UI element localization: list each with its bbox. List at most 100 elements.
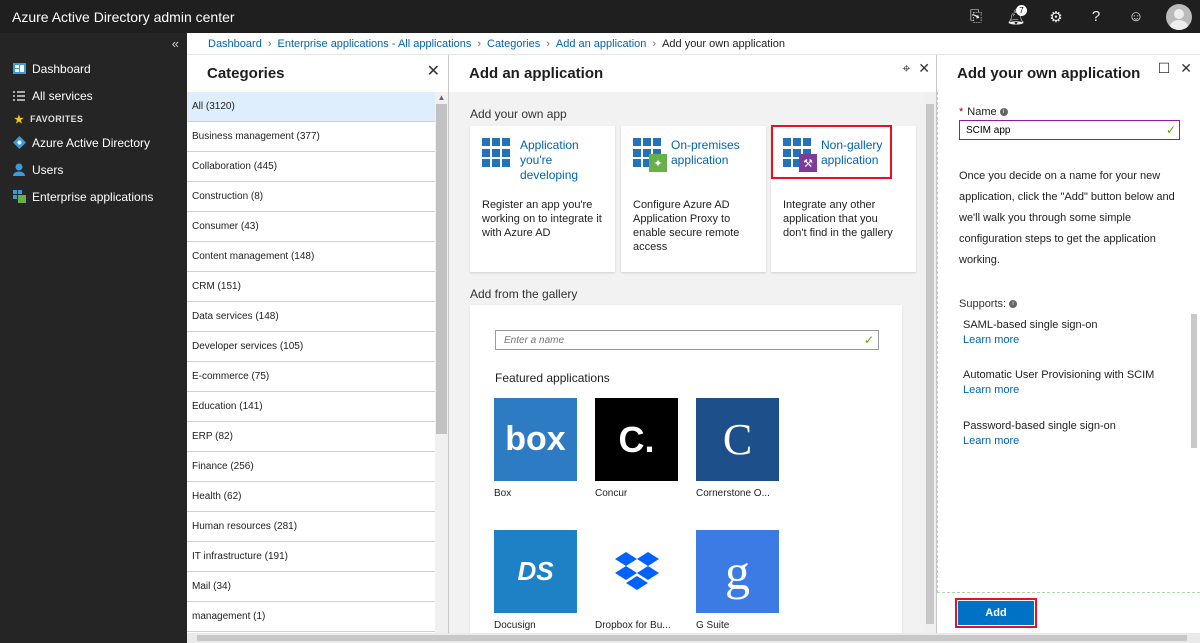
breadcrumb-add-application[interactable]: Add an application — [556, 38, 647, 50]
non-gallery-highlight — [771, 125, 892, 179]
box-logo: box — [494, 398, 577, 481]
category-item[interactable]: Developer services (105) — [187, 332, 435, 362]
card-description: Register an app you're working on to int… — [482, 199, 602, 239]
feedback-icon[interactable]: ⎘ — [956, 0, 996, 33]
breadcrumb: Dashboard › Enterprise applications - All… — [187, 33, 1200, 55]
smiley-icon[interactable]: ☺ — [1116, 0, 1156, 33]
category-item[interactable]: Mail (34) — [187, 572, 435, 602]
nav-item-azure-ad[interactable]: Azure Active Directory — [0, 129, 187, 156]
category-item[interactable]: Collaboration (445) — [187, 152, 435, 182]
gear-icon[interactable]: ⚙ — [1036, 0, 1076, 33]
add-app-scrollbar[interactable] — [924, 92, 936, 643]
category-item[interactable]: Human resources (281) — [187, 512, 435, 542]
category-item[interactable]: Content management (148) — [187, 242, 435, 272]
info-icon[interactable]: i — [1009, 300, 1018, 309]
featured-app-concur[interactable]: C. Concur — [595, 398, 678, 499]
card-description: Integrate any other application that you… — [783, 199, 893, 239]
nav-item-dashboard[interactable]: Dashboard — [0, 55, 187, 82]
scroll-thumb[interactable] — [436, 104, 447, 434]
featured-app-gsuite[interactable]: g G Suite — [696, 530, 779, 631]
name-label: Name — [967, 106, 997, 118]
breadcrumb-dashboard[interactable]: Dashboard — [208, 38, 262, 50]
avatar[interactable] — [1166, 3, 1192, 30]
learn-more-link[interactable]: Learn more — [963, 334, 1098, 346]
help-icon[interactable]: ? — [1076, 0, 1116, 33]
own-app-scrollbar[interactable] — [1188, 92, 1200, 592]
collapse-nav-button[interactable]: « — [0, 33, 187, 55]
close-icon[interactable]: ✕ — [1180, 60, 1192, 77]
categories-blade: Categories ✕ All (3120) Business manageme… — [187, 55, 449, 643]
app-name: Box — [494, 488, 512, 499]
category-item[interactable]: Finance (256) — [187, 452, 435, 482]
app-name: Docusign — [494, 620, 536, 631]
category-item[interactable]: E-commerce (75) — [187, 362, 435, 392]
blade-title: Categories — [207, 65, 285, 82]
category-item[interactable]: CRM (151) — [187, 272, 435, 302]
nav-item-users[interactable]: Users — [0, 156, 187, 183]
scroll-thumb[interactable] — [926, 104, 934, 624]
close-icon[interactable]: ✕ — [918, 60, 930, 77]
support-label: Password-based single sign-on — [963, 420, 1116, 432]
breadcrumb-categories[interactable]: Categories — [487, 38, 540, 50]
scroll-thumb[interactable] — [1191, 314, 1197, 448]
learn-more-link[interactable]: Learn more — [963, 435, 1116, 447]
blade-title: Add an application — [469, 65, 604, 82]
category-item[interactable]: ERP (82) — [187, 422, 435, 452]
category-item[interactable]: Construction (8) — [187, 182, 435, 212]
list-icon — [12, 89, 26, 103]
card-title[interactable]: On-premises application — [671, 138, 754, 168]
category-item[interactable]: Consumer (43) — [187, 212, 435, 242]
nav-item-enterprise-apps[interactable]: Enterprise applications — [0, 183, 187, 210]
category-item[interactable]: Education (141) — [187, 392, 435, 422]
blade-title: Add your own application — [957, 65, 1141, 82]
chevron-right-icon: › — [652, 37, 657, 50]
card-on-premises[interactable]: ✦ On-premises application Configure Azur… — [621, 126, 766, 272]
scroll-up-icon[interactable]: ▲ — [435, 93, 448, 103]
info-icon[interactable]: i — [999, 108, 1008, 117]
nav-label: Azure Active Directory — [32, 135, 151, 150]
featured-app-dropbox[interactable]: Dropbox for Bu... — [595, 530, 678, 631]
category-item[interactable]: Business management (377) — [187, 122, 435, 152]
card-title[interactable]: Application you're developing — [520, 138, 603, 183]
app-grid-icon — [482, 138, 512, 168]
on-premises-icon: ✦ — [633, 138, 667, 172]
own-app-description: Once you decide on a name for your new a… — [959, 170, 1175, 266]
close-icon[interactable]: ✕ — [427, 61, 440, 81]
gallery-panel: ✓ Featured applications box Box C. Concu… — [470, 305, 902, 643]
support-scim: Automatic User Provisioning with SCIM Le… — [963, 369, 1154, 396]
top-bar: Azure Active Directory admin center ⎘ 🔔︎… — [0, 0, 1200, 33]
nav-label: Users — [32, 162, 64, 177]
app-name: Concur — [595, 488, 628, 499]
category-item[interactable]: IT infrastructure (191) — [187, 542, 435, 572]
breadcrumb-current: Add your own application — [662, 37, 785, 50]
name-input[interactable] — [959, 120, 1180, 140]
categories-scrollbar[interactable]: ▲ ▼ — [435, 92, 448, 643]
card-app-developing[interactable]: Application you're developing Register a… — [470, 126, 615, 272]
maximize-icon[interactable]: ☐ — [1158, 60, 1171, 77]
gsuite-logo: g — [696, 530, 779, 613]
dropbox-icon — [614, 551, 659, 590]
nav-item-all-services[interactable]: All services — [0, 82, 187, 109]
scroll-thumb[interactable] — [197, 635, 1187, 641]
blade-header: Add your own application ☐ ✕ — [937, 55, 1200, 92]
category-item[interactable]: management (1) — [187, 602, 435, 632]
pin-icon[interactable]: ⌖ — [902, 60, 910, 77]
horizontal-scrollbar[interactable] — [187, 633, 1200, 643]
app-title: Azure Active Directory admin center — [12, 8, 235, 25]
learn-more-link[interactable]: Learn more — [963, 384, 1154, 396]
category-item[interactable]: All (3120) — [187, 92, 435, 122]
own-application-blade: Add your own application ☐ ✕ *Namei ✓ On… — [937, 55, 1200, 643]
category-item[interactable]: Data services (148) — [187, 302, 435, 332]
check-icon: ✓ — [864, 333, 875, 347]
featured-app-box[interactable]: box Box — [494, 398, 577, 499]
gallery-search-input[interactable] — [495, 330, 879, 350]
arrows-icon: ✦ — [649, 154, 667, 172]
featured-app-cornerstone[interactable]: C Cornerstone O... — [696, 398, 779, 499]
bell-icon[interactable]: 🔔︎ 7 — [996, 0, 1036, 33]
card-description: Configure Azure AD Application Proxy to … — [633, 199, 740, 253]
enterprise-apps-icon — [12, 190, 26, 204]
category-item[interactable]: Health (62) — [187, 482, 435, 512]
featured-app-docusign[interactable]: DS Docusign — [494, 530, 577, 631]
breadcrumb-enterprise-apps[interactable]: Enterprise applications - All applicatio… — [278, 38, 472, 50]
aad-icon — [12, 136, 26, 150]
